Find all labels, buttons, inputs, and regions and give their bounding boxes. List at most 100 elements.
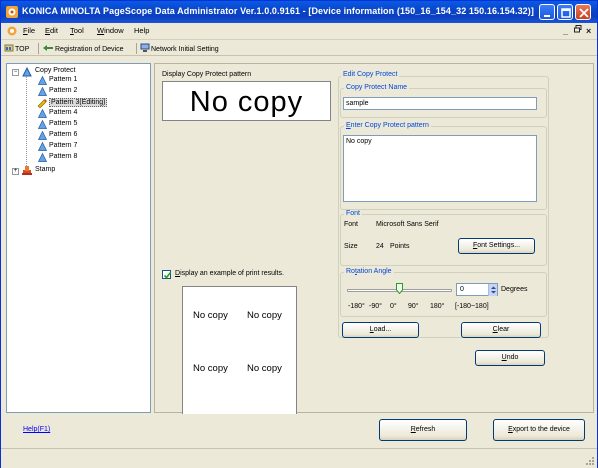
export-to-device-button[interactable]: Export to the device (493, 419, 585, 441)
tree-node-pattern[interactable]: Pattern 8 (49, 153, 77, 160)
toolbar-separator (38, 43, 39, 54)
register-device-icon (43, 45, 53, 51)
display-example-text: isplay an example of print results. (180, 270, 284, 277)
spin-buttons[interactable] (488, 284, 497, 296)
tree-node-pattern[interactable]: Pattern 2 (49, 87, 77, 94)
rotation-angle-group (340, 272, 547, 317)
clear-label: lear (497, 326, 510, 333)
expand-toggle[interactable]: + (12, 168, 19, 175)
network-label: Network Initial Setting (151, 46, 219, 53)
size-value: 24 (376, 243, 384, 250)
menu-window[interactable]: Window (97, 26, 124, 35)
font-value: Microsoft Sans Serif (376, 221, 439, 228)
title-bar[interactable]: KONICA MINOLTA PageScope Data Administra… (1, 1, 597, 23)
mdi-restore-button[interactable] (574, 25, 582, 35)
tree-node-pattern[interactable]: Pattern 4 (49, 109, 77, 116)
menu-edit-label: dit (50, 26, 58, 35)
menu-edit[interactable]: Edit (45, 26, 58, 35)
menu-file-label: ile (27, 26, 36, 35)
copy-protect-name-input[interactable]: sample (343, 97, 537, 110)
rotation-value: 0 (460, 286, 464, 293)
top-button[interactable]: TOP (4, 43, 29, 53)
font-label: Font (344, 221, 359, 228)
network-initial-setting-button[interactable]: Network Initial Setting (140, 43, 219, 53)
pattern-label-text: nter Copy Protect pattern (350, 122, 429, 129)
edit-copy-protect-title: Edit Copy Protect (341, 71, 400, 78)
pattern-icon (37, 152, 48, 162)
top-icon (4, 44, 14, 52)
clear-button[interactable]: Clear (461, 322, 541, 338)
menu-file[interactable]: File (23, 26, 35, 35)
document-app-icon[interactable] (6, 25, 18, 37)
mdi-close-button[interactable]: × (586, 26, 591, 36)
rotation-angle-title: Rotation Angle (344, 268, 394, 275)
tree-node-pattern[interactable]: Pattern 3(Editing) (49, 98, 108, 107)
minimize-icon (544, 15, 550, 17)
tick-label: -90° (369, 303, 382, 310)
menu-window-label: indow (104, 26, 124, 35)
pattern-icon (37, 141, 48, 151)
size-unit: Points (390, 243, 410, 250)
stamp-icon (22, 166, 32, 175)
display-example-label[interactable]: Display an example of print results. (175, 270, 284, 277)
pattern-preview-text: No copy (189, 86, 304, 118)
pattern-preview: No copy (162, 81, 331, 121)
close-icon (579, 8, 589, 18)
tree-connector-line (26, 76, 27, 168)
print-preview-text: No copy (193, 310, 228, 321)
rotation-title-rest: ation Angle (356, 268, 392, 275)
app-icon (6, 6, 18, 18)
font-settings-label: ont Settings... (477, 242, 521, 249)
window-title: KONICA MINOLTA PageScope Data Administra… (22, 6, 534, 16)
pattern-icon (37, 108, 48, 118)
main-panel: Display Copy Protect pattern No copy Dis… (154, 63, 594, 414)
menu-bar: File Edit Tool Window Help _ × (1, 23, 597, 40)
copy-protect-pattern-label: Enter Copy Protect pattern (344, 122, 431, 129)
tree-node-copy-protect[interactable]: Copy Protect (35, 67, 75, 74)
export-label: xport to the device (512, 426, 570, 433)
menu-help[interactable]: Help (134, 26, 149, 35)
display-example-checkbox[interactable] (162, 270, 172, 279)
tick-label: 0° (390, 303, 397, 310)
refresh-button[interactable]: Refresh (379, 419, 467, 441)
load-button[interactable]: Load... (342, 322, 419, 338)
status-bar (1, 448, 597, 468)
undo-button[interactable]: Undo (475, 350, 545, 366)
tree-node-pattern[interactable]: Pattern 5 (49, 120, 77, 127)
tree-node-stamp[interactable]: Stamp (35, 166, 55, 173)
tree-node-pattern[interactable]: Pattern 1 (49, 76, 77, 83)
toolbar-separator (136, 43, 137, 54)
font-settings-button[interactable]: Font Settings... (458, 238, 535, 254)
print-result-preview: No copy No copy No copy No copy (182, 286, 297, 414)
rotation-angle-spinbox[interactable]: 0 (456, 283, 498, 296)
registration-of-device-button[interactable]: Registration of Device (42, 43, 123, 53)
pattern-editing-icon (37, 99, 47, 108)
menu-tool[interactable]: Tool (70, 26, 84, 35)
help-link[interactable]: Help(F1) (23, 426, 50, 433)
minimize-button[interactable] (539, 4, 555, 20)
display-pattern-label: Display Copy Protect pattern (162, 71, 252, 78)
pattern-icon (37, 75, 48, 85)
close-button[interactable] (575, 4, 591, 20)
collapse-toggle[interactable]: − (12, 69, 19, 76)
menu-tool-label: ool (73, 26, 84, 35)
pattern-icon (37, 119, 48, 129)
tick-label: [-180~180] (455, 303, 489, 310)
network-icon (140, 43, 150, 52)
top-label: TOP (15, 46, 30, 53)
tree-node-pattern[interactable]: Pattern 7 (49, 142, 77, 149)
print-preview-text: No copy (247, 310, 282, 321)
maximize-button[interactable] (557, 4, 573, 20)
size-label: Size (344, 243, 358, 250)
registration-label: Registration of Device (55, 46, 124, 53)
checkmark-icon (163, 272, 172, 279)
tree-node-pattern[interactable]: Pattern 6 (49, 131, 77, 138)
resize-grip-icon[interactable] (585, 456, 595, 466)
tick-label: 90° (408, 303, 419, 310)
copy-protect-pattern-textarea[interactable]: No copy (343, 135, 537, 202)
rotation-unit: Degrees (501, 286, 528, 293)
navigation-tree[interactable]: − Copy Protect + Stamp Pattern 1 Pattern … (6, 63, 151, 413)
rotation-slider-thumb[interactable] (396, 283, 403, 294)
tick-label: 180° (430, 303, 445, 310)
mdi-minimize-button[interactable]: _ (563, 26, 568, 36)
